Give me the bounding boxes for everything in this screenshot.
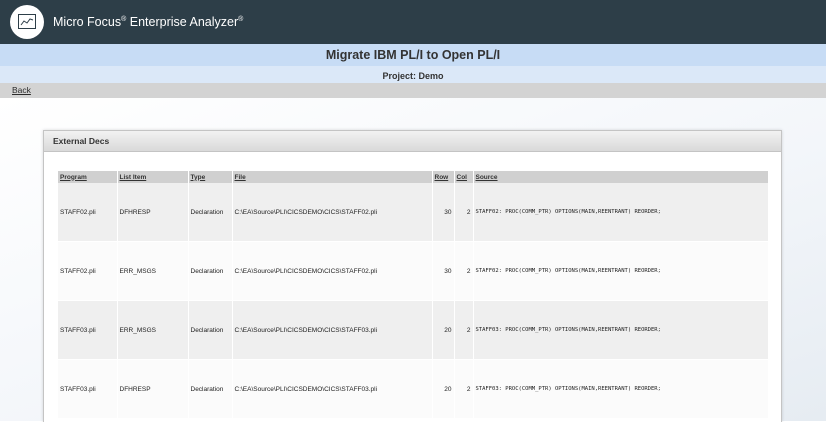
cell-list-item: ERR_MSGS xyxy=(117,300,189,360)
column-header-label: Col xyxy=(456,173,467,181)
column-header-row[interactable]: Row xyxy=(432,171,455,183)
column-header-source[interactable]: Source xyxy=(473,171,769,183)
cell-file: C:\EA\Source\PLI\CICSDEMO\CICS\STAFF03.p… xyxy=(232,300,433,360)
results-table: Program List Item Type File Row Col Sour… xyxy=(58,171,769,419)
table-row: STAFF02.pli DFHRESP Declaration C:\EA\So… xyxy=(58,183,769,242)
cell-list-item: DFHRESP xyxy=(117,183,189,242)
cell-type: Declaration xyxy=(188,183,233,242)
cell-file: C:\EA\Source\PLI\CICSDEMO\CICS\STAFF02.p… xyxy=(232,183,433,242)
page-title: Migrate IBM PL/I to Open PL/I xyxy=(325,48,501,62)
back-bar: Back xyxy=(0,83,826,98)
column-header-label: Row xyxy=(434,173,449,181)
brand-mark: ® xyxy=(121,15,127,23)
external-decs-panel: External Decs Program List Item Type Fil… xyxy=(43,130,782,422)
cell-col: 2 xyxy=(454,241,474,301)
cell-type: Declaration xyxy=(188,359,233,419)
brand-name: Micro Focus xyxy=(53,15,122,29)
cell-file: C:\EA\Source\PLI\CICSDEMO\CICS\STAFF02.p… xyxy=(232,241,433,301)
cell-type: Declaration xyxy=(188,300,233,360)
cell-program: STAFF03.pli xyxy=(58,300,118,360)
table-header-row: Program List Item Type File Row Col Sour… xyxy=(58,171,769,183)
cell-row: 20 xyxy=(432,300,455,360)
cell-source: STAFF03: PROC(COMM_PTR) OPTIONS(MAIN,REE… xyxy=(473,359,769,419)
cell-list-item: DFHRESP xyxy=(117,359,189,419)
cell-row: 30 xyxy=(432,241,455,301)
project-label: Project: Demo xyxy=(382,71,444,81)
back-link[interactable]: Back xyxy=(12,85,31,95)
column-header-col[interactable]: Col xyxy=(454,171,474,183)
table-row: STAFF03.pli ERR_MSGS Declaration C:\EA\S… xyxy=(58,300,769,360)
chart-line-icon[interactable] xyxy=(10,5,44,39)
cell-row: 30 xyxy=(432,183,455,242)
table-row: STAFF03.pli DFHRESP Declaration C:\EA\So… xyxy=(58,359,769,419)
cell-program: STAFF02.pli xyxy=(58,183,118,242)
cell-list-item: ERR_MSGS xyxy=(117,241,189,301)
panel-header: External Decs xyxy=(44,131,781,152)
cell-col: 2 xyxy=(454,300,474,360)
page-title-bar: Migrate IBM PL/I to Open PL/I xyxy=(0,44,826,66)
cell-program: STAFF02.pli xyxy=(58,241,118,301)
panel-title: External Decs xyxy=(53,136,110,146)
project-bar: Project: Demo xyxy=(0,66,826,83)
table-row: STAFF02.pli ERR_MSGS Declaration C:\EA\S… xyxy=(58,241,769,301)
cell-file: C:\EA\Source\PLI\CICSDEMO\CICS\STAFF03.p… xyxy=(232,359,433,419)
product-name: Enterprise Analyzer xyxy=(129,15,239,29)
column-header-label: File xyxy=(234,173,246,181)
app-brand: Micro Focus® Enterprise Analyzer® xyxy=(53,15,243,29)
column-header-file[interactable]: File xyxy=(232,171,433,183)
cell-col: 2 xyxy=(454,359,474,419)
cell-col: 2 xyxy=(454,183,474,242)
column-header-label: List Item xyxy=(119,173,147,181)
app-header: Micro Focus® Enterprise Analyzer® xyxy=(0,0,826,44)
column-header-label: Program xyxy=(60,173,87,181)
column-header-label: Source xyxy=(475,173,498,181)
column-header-label: Type xyxy=(190,173,206,181)
product-mark: ® xyxy=(238,15,244,23)
cell-source: STAFF02: PROC(COMM_PTR) OPTIONS(MAIN,REE… xyxy=(473,241,769,301)
column-header-list-item[interactable]: List Item xyxy=(117,171,189,183)
column-header-type[interactable]: Type xyxy=(188,171,233,183)
cell-program: STAFF03.pli xyxy=(58,359,118,419)
cell-source: STAFF02: PROC(COMM_PTR) OPTIONS(MAIN,REE… xyxy=(473,183,769,242)
cell-type: Declaration xyxy=(188,241,233,301)
column-header-program[interactable]: Program xyxy=(58,171,118,183)
cell-source: STAFF03: PROC(COMM_PTR) OPTIONS(MAIN,REE… xyxy=(473,300,769,360)
cell-row: 20 xyxy=(432,359,455,419)
